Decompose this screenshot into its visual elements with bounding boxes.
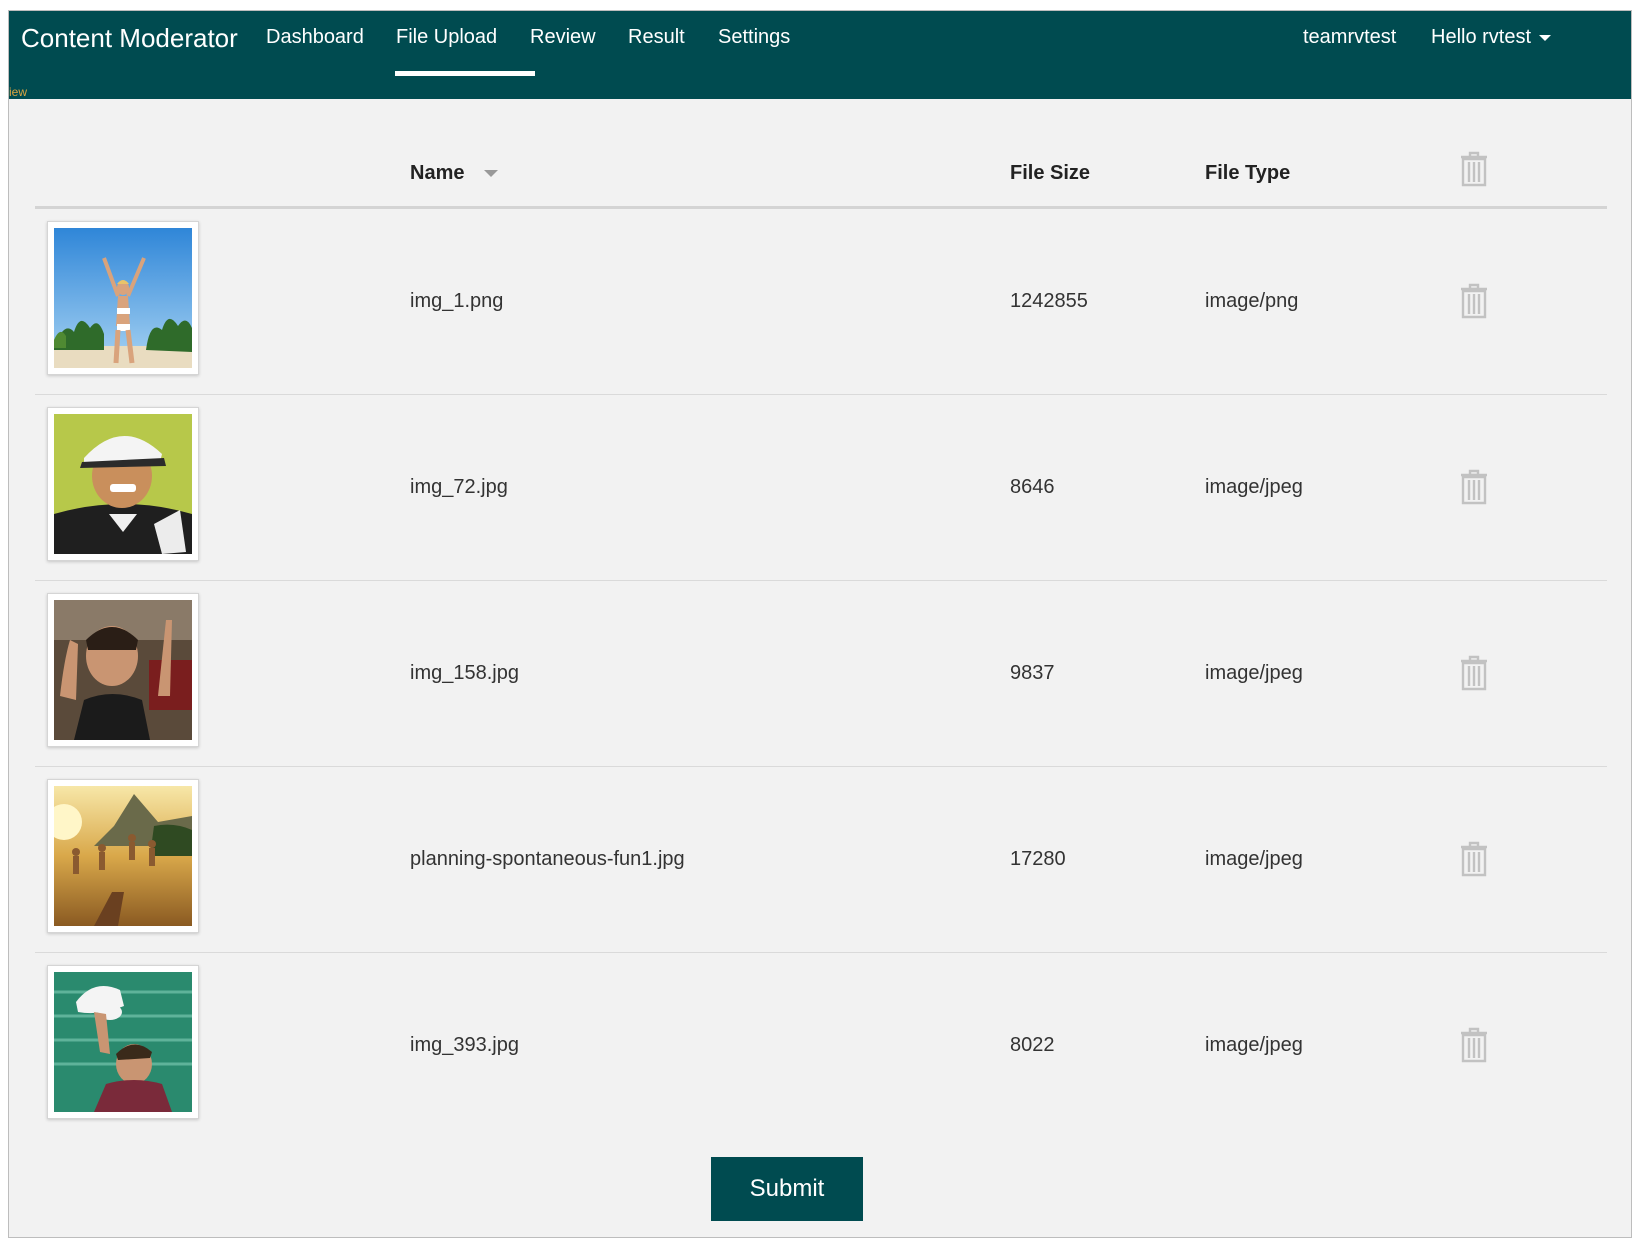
file-thumbnail[interactable] — [47, 779, 199, 933]
name-header-label: Name — [410, 162, 465, 184]
table-header: Name File Size File Type — [35, 129, 1607, 209]
file-name: planning-spontaneous-fun1.jpg — [410, 848, 685, 870]
delete-trash-icon[interactable] — [1459, 655, 1489, 696]
delete-all-trash-icon[interactable] — [1459, 151, 1489, 192]
file-size-column-header: File Size — [1010, 162, 1091, 184]
delete-trash-icon[interactable] — [1459, 1027, 1489, 1068]
table-row: img_1.png 1242855 image/png — [35, 209, 1607, 395]
active-tab-indicator — [395, 71, 535, 76]
delete-trash-icon[interactable] — [1459, 841, 1489, 882]
file-thumbnail[interactable] — [47, 407, 199, 561]
thumbnail-image-beach — [54, 228, 192, 368]
user-greeting: Hello rvtest — [1431, 26, 1532, 48]
nav-dashboard[interactable]: Dashboard — [266, 23, 364, 51]
file-type: image/jpeg — [1205, 476, 1303, 498]
table-row: planning-spontaneous-fun1.jpg 17280 imag… — [35, 767, 1607, 953]
delete-trash-icon[interactable] — [1459, 469, 1489, 510]
submit-button[interactable]: Submit — [711, 1157, 863, 1221]
sort-desc-icon[interactable] — [484, 170, 499, 178]
nav-file-upload[interactable]: File Upload — [396, 23, 497, 51]
caret-down-icon — [1539, 34, 1552, 41]
file-size: 1242855 — [1010, 290, 1088, 312]
file-table: Name File Size File Type img_1.png 12428… — [35, 129, 1607, 1139]
file-name: img_72.jpg — [410, 476, 508, 498]
nav-result[interactable]: Result — [628, 23, 685, 51]
file-size: 17280 — [1010, 848, 1066, 870]
file-type: image/jpeg — [1205, 662, 1303, 684]
table-row: img_158.jpg 9837 image/jpeg — [35, 581, 1607, 767]
thumbnail-image-golfer — [54, 414, 192, 554]
file-type: image/jpeg — [1205, 1034, 1303, 1056]
file-name: img_158.jpg — [410, 662, 519, 684]
table-row: img_72.jpg 8646 image/jpeg — [35, 395, 1607, 581]
file-thumbnail[interactable] — [47, 221, 199, 375]
file-size: 8022 — [1010, 1034, 1055, 1056]
team-menu[interactable]: teamrvtest — [1303, 23, 1396, 51]
file-thumbnail[interactable] — [47, 965, 199, 1119]
top-navigation-bar: Content Moderator Dashboard File Upload … — [9, 11, 1631, 99]
nav-review[interactable]: Review — [530, 23, 596, 51]
file-type: image/jpeg — [1205, 848, 1303, 870]
file-name: img_393.jpg — [410, 1034, 519, 1056]
nav-settings[interactable]: Settings — [718, 23, 790, 51]
app-frame: Content Moderator Dashboard File Upload … — [8, 10, 1632, 1238]
table-row: img_393.jpg 8022 image/jpeg — [35, 953, 1607, 1139]
file-thumbnail[interactable] — [47, 593, 199, 747]
thumbnail-image-athlete — [54, 600, 192, 740]
file-type-column-header: File Type — [1205, 162, 1291, 184]
thumbnail-image-lake-jump — [54, 786, 192, 926]
user-menu[interactable]: Hello rvtest — [1431, 23, 1552, 51]
file-size: 9837 — [1010, 662, 1055, 684]
stray-label: iew — [9, 85, 28, 99]
app-brand[interactable]: Content Moderator — [21, 21, 238, 55]
name-column-header[interactable]: Name — [410, 159, 499, 187]
thumbnail-image-tennis-player — [54, 972, 192, 1112]
delete-trash-icon[interactable] — [1459, 283, 1489, 324]
file-type: image/png — [1205, 290, 1299, 312]
file-name: img_1.png — [410, 290, 504, 312]
file-size: 8646 — [1010, 476, 1055, 498]
